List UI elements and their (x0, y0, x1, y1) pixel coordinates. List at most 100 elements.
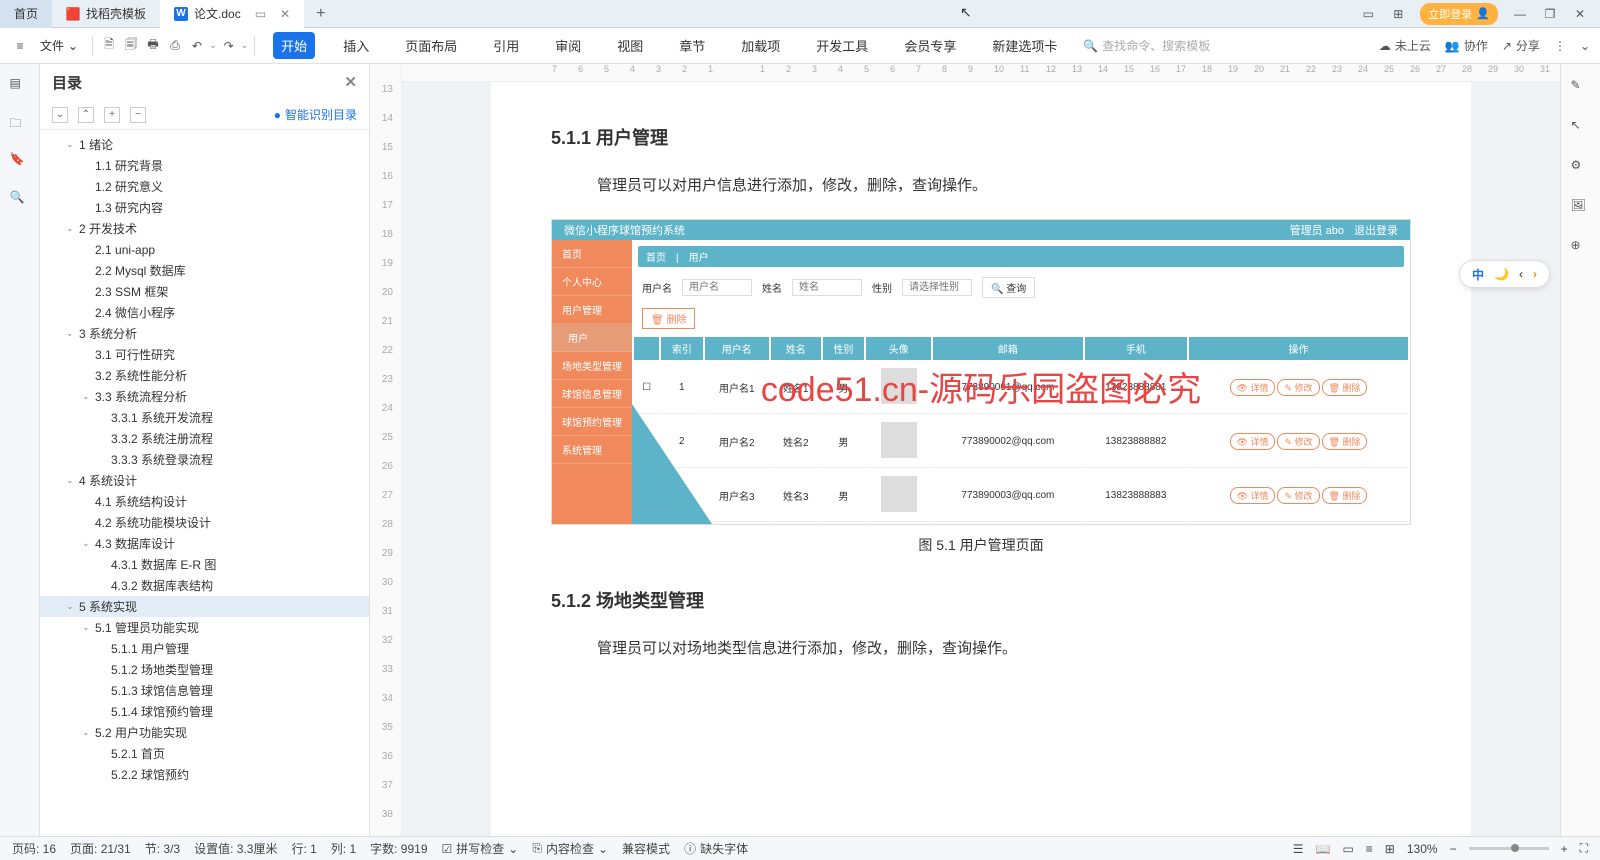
toc-item[interactable]: 3.3.2 系统注册流程 (40, 428, 369, 449)
view-page-icon[interactable]: ▭ (1342, 842, 1353, 856)
search-rail-icon[interactable]: 🔍 (10, 190, 30, 210)
toc-item[interactable]: 5.1.1 用户管理 (40, 638, 369, 659)
toc-item[interactable]: 2.3 SSM 框架 (40, 281, 369, 302)
zoom-in-icon[interactable]: + (1561, 842, 1568, 856)
status-section[interactable]: 节: 3/3 (145, 840, 180, 857)
ribbon-newtab[interactable]: 新建选项卡 (984, 32, 1065, 59)
spellcheck-button[interactable]: ☑ 拼写检查 ⌄ (442, 840, 519, 857)
view-read-icon[interactable]: 📖 (1315, 842, 1330, 856)
toc-item[interactable]: 1.2 研究意义 (40, 176, 369, 197)
expand-all-icon[interactable]: ⌄ (52, 107, 68, 123)
toc-item[interactable]: 5.1.4 球馆预约管理 (40, 701, 369, 722)
new-tab-button[interactable]: + (304, 5, 337, 23)
outline-icon[interactable]: ▤ (10, 76, 30, 96)
toc-item[interactable]: 4.2 系统功能模块设计 (40, 512, 369, 533)
toc-item[interactable]: 4.3.2 数据库表结构 (40, 575, 369, 596)
toc-item[interactable]: ⌄5 系统实现 (40, 596, 369, 617)
redo-icon[interactable]: ↷ (219, 36, 239, 56)
zoom-out-icon[interactable]: − (1450, 842, 1457, 856)
collapse-all-icon[interactable]: ⌃ (78, 107, 94, 123)
status-wordcount[interactable]: 字数: 9919 (370, 840, 427, 857)
preview-icon[interactable]: ⎙ (165, 36, 185, 56)
back-icon[interactable]: ‹ (1519, 267, 1523, 281)
save-icon[interactable]: 🗎 (99, 36, 119, 56)
forward-icon[interactable]: › (1533, 267, 1537, 281)
command-search[interactable]: 🔍 查找命令、搜索模板 (1083, 37, 1210, 54)
menu-icon[interactable]: ≡ (10, 36, 30, 56)
close-button[interactable]: ✕ (1572, 6, 1588, 22)
toc-item[interactable]: ⌄3.3 系统流程分析 (40, 386, 369, 407)
toc-item[interactable]: 5.1.2 场地类型管理 (40, 659, 369, 680)
toc-item[interactable]: ⌄5.2 用户功能实现 (40, 722, 369, 743)
export-icon[interactable]: 🗐 (121, 36, 141, 56)
status-col[interactable]: 列: 1 (331, 840, 356, 857)
settings-icon[interactable]: ⚙ (1571, 158, 1591, 178)
toc-item[interactable]: 3.1 可行性研究 (40, 344, 369, 365)
toc-item[interactable]: 1.3 研究内容 (40, 197, 369, 218)
toc-item[interactable]: 1.1 研究背景 (40, 155, 369, 176)
moon-icon[interactable]: 🌙 (1494, 267, 1509, 281)
ribbon-insert[interactable]: 插入 (335, 32, 377, 59)
ribbon-layout[interactable]: 页面布局 (397, 32, 465, 59)
toc-item[interactable]: 2.4 微信小程序 (40, 302, 369, 323)
view-grid-icon[interactable]: ⊞ (1385, 842, 1395, 856)
fullscreen-icon[interactable]: ⛶ (1580, 841, 1588, 856)
undo-icon[interactable]: ↶ (187, 36, 207, 56)
ribbon-start[interactable]: 开始 (273, 32, 315, 59)
floating-toolbar[interactable]: 中 🌙 ‹ › (1459, 260, 1550, 288)
ribbon-dev[interactable]: 开发工具 (808, 32, 876, 59)
toc-item[interactable]: ⌄1 绪论 (40, 134, 369, 155)
apps-icon[interactable]: ⊞ (1390, 6, 1406, 22)
collapse-icon[interactable]: ⌄ (1580, 39, 1590, 53)
panel-icon[interactable]: ▭ (255, 7, 266, 21)
file-menu[interactable]: 文件 ⌄ (32, 33, 86, 58)
status-setting[interactable]: 设置值: 3.3厘米 (194, 840, 277, 857)
more-icon[interactable]: ⋮ (1554, 39, 1566, 53)
compat-mode[interactable]: 兼容模式 (622, 840, 670, 857)
remove-heading-icon[interactable]: − (130, 107, 146, 123)
ribbon-chapter[interactable]: 章节 (671, 32, 713, 59)
toc-item[interactable]: ⌄5.1 管理员功能实现 (40, 617, 369, 638)
content-check-button[interactable]: ⎘ 内容检查 ⌄ (532, 840, 608, 857)
status-pagecode[interactable]: 页码: 16 (12, 840, 56, 857)
tab-document[interactable]: W 论文.doc ▭ ✕ (160, 0, 304, 28)
ribbon-review[interactable]: 审阅 (547, 32, 589, 59)
page[interactable]: 5.1.1 用户管理 管理员可以对用户信息进行添加，修改，删除，查询操作。 微信… (491, 82, 1471, 836)
ribbon-view[interactable]: 视图 (609, 32, 651, 59)
toc-item[interactable]: 5.2.1 首页 (40, 743, 369, 764)
smart-toc-button[interactable]: ●智能识别目录 (274, 106, 357, 123)
tab-home[interactable]: 首页 (0, 0, 52, 28)
ribbon-ref[interactable]: 引用 (485, 32, 527, 59)
add-heading-icon[interactable]: + (104, 107, 120, 123)
close-outline-icon[interactable]: ✕ (344, 73, 357, 91)
tab-template[interactable]: 🟥 找稻壳模板 (52, 0, 160, 28)
cloud-status[interactable]: ☁未上云 (1379, 37, 1431, 54)
toc-item[interactable]: 4.1 系统结构设计 (40, 491, 369, 512)
toc-item[interactable]: 3.2 系统性能分析 (40, 365, 369, 386)
toc-item[interactable]: ⌄3 系统分析 (40, 323, 369, 344)
nav-icon[interactable]: 🗀 (10, 114, 30, 134)
target-icon[interactable]: ⊕ (1571, 238, 1591, 258)
image-icon[interactable]: 🖼 (1571, 198, 1591, 218)
toc-item[interactable]: 2.2 Mysql 数据库 (40, 260, 369, 281)
ribbon-vip[interactable]: 会员专享 (896, 32, 964, 59)
print-icon[interactable]: 🖶 (143, 36, 163, 56)
bookmark-icon[interactable]: 🔖 (10, 152, 30, 172)
ribbon-addon[interactable]: 加载项 (733, 32, 788, 59)
toc-item[interactable]: 5.1.3 球馆信息管理 (40, 680, 369, 701)
select-icon[interactable]: ↖ (1571, 118, 1591, 138)
restore-button[interactable]: ❐ (1542, 6, 1558, 22)
layout-icon[interactable]: ▭ (1360, 6, 1376, 22)
toc-item[interactable]: 4.3.1 数据库 E-R 图 (40, 554, 369, 575)
zoom-label[interactable]: 130% (1407, 842, 1438, 856)
toc-item[interactable]: 3.3.1 系统开发流程 (40, 407, 369, 428)
toc-item[interactable]: ⌄4 系统设计 (40, 470, 369, 491)
toc-item[interactable]: 5.2.2 球馆预约 (40, 764, 369, 785)
view-web-icon[interactable]: ≡ (1366, 842, 1373, 856)
toc-item[interactable]: ⌄2 开发技术 (40, 218, 369, 239)
toc-item[interactable]: ⌄4.3 数据库设计 (40, 533, 369, 554)
login-button[interactable]: 立即登录👤 (1420, 3, 1498, 25)
close-icon[interactable]: ✕ (280, 7, 290, 21)
minimize-button[interactable]: — (1512, 6, 1528, 22)
toc-item[interactable]: 3.3.3 系统登录流程 (40, 449, 369, 470)
